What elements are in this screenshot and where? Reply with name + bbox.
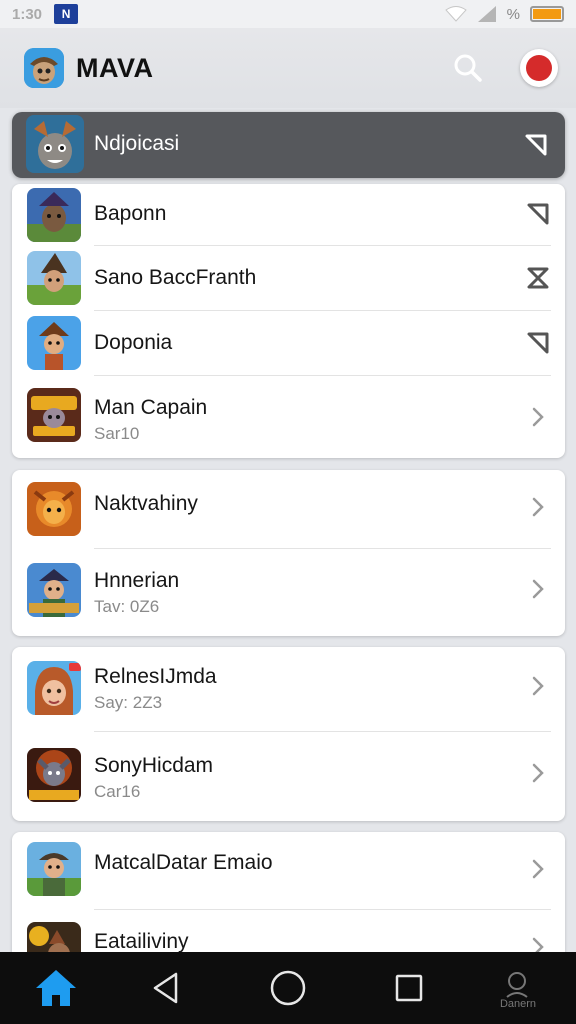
list-item[interactable]: Baponn <box>12 184 565 244</box>
search-button[interactable] <box>450 50 486 86</box>
list-item[interactable]: Man Capain Sar10 <box>12 376 565 458</box>
game-thumbnail <box>27 188 81 242</box>
list-item-title: SonyHicdam <box>94 754 214 777</box>
game-thumbnail <box>27 316 81 370</box>
notification-badge: N <box>54 4 79 24</box>
record-button[interactable] <box>520 49 558 87</box>
app-title: MAVA <box>76 52 154 83</box>
share-arrow-icon[interactable] <box>523 132 549 158</box>
chevron-right-icon[interactable] <box>525 494 551 520</box>
list-item[interactable]: RelnesIJmda Say: 2Z3 <box>12 647 565 731</box>
list-card-2: Naktvahiny Hnnerian Tav: 0Z6 <box>12 470 565 636</box>
list-item[interactable]: Hnnerian Tav: 0Z6 <box>12 549 565 635</box>
list-item-title: Naktvahiny <box>94 492 198 515</box>
list-item-subtitle: Sar10 <box>94 424 140 443</box>
game-thumbnail <box>27 388 81 442</box>
character-icon <box>24 48 64 88</box>
chevron-right-icon[interactable] <box>525 673 551 699</box>
list-item-title: MatcalDatar Emaio <box>94 851 273 874</box>
list-item-title: Eatailiviny <box>94 930 189 953</box>
app-header: MAVA <box>0 28 576 108</box>
app-logo <box>24 48 64 88</box>
battery-level-fill <box>533 9 561 19</box>
game-thumbnail <box>27 748 81 802</box>
list-item-title: Ndjoicasi <box>94 132 180 155</box>
game-thumbnail <box>27 251 81 305</box>
home-circle-button[interactable] <box>266 966 310 1010</box>
game-thumbnail <box>27 482 81 536</box>
status-bar: 1:30 N % <box>0 0 576 28</box>
list-item-title: RelnesIJmda <box>94 665 217 688</box>
chevron-right-icon[interactable] <box>525 576 551 602</box>
list-item[interactable]: Naktvahiny <box>12 470 565 548</box>
recents-button[interactable] <box>387 966 431 1010</box>
battery-icon <box>530 6 564 22</box>
list-item-title: Man Capain <box>94 396 208 419</box>
list-card-4: MatcalDatar Emaio Eatailiviny <box>12 832 565 972</box>
list-item[interactable]: Sano BaccFranth <box>12 246 565 310</box>
game-thumbnail <box>27 563 81 617</box>
share-arrow-icon[interactable] <box>525 201 551 227</box>
share-arrow-icon[interactable] <box>525 330 551 356</box>
list-item[interactable]: Ndjoicasi <box>12 112 565 178</box>
list-card-1: Baponn Sano BaccFranth Doponia Man Capai… <box>12 184 565 458</box>
header-actions <box>450 49 558 87</box>
list-item-title: Sano BaccFranth <box>94 266 257 289</box>
signal-icon <box>477 6 496 22</box>
chevron-right-icon[interactable] <box>525 404 551 430</box>
back-triangle-icon <box>153 972 178 1004</box>
square-recents-icon <box>395 974 423 1002</box>
list-item-subtitle: Tav: 0Z6 <box>94 597 160 616</box>
list-item-subtitle: Car16 <box>94 782 141 801</box>
search-icon <box>454 54 482 82</box>
account-label: Danern <box>499 998 537 1010</box>
home-icon <box>36 970 76 1006</box>
game-thumbnail <box>26 115 84 173</box>
account-search-icon <box>506 972 528 998</box>
home-button[interactable] <box>34 966 78 1010</box>
list-item-title: Hnnerian <box>94 569 180 592</box>
list-card-3: RelnesIJmda Say: 2Z3 SonyHicdam Car16 <box>12 647 565 821</box>
chevron-right-icon[interactable] <box>525 856 551 882</box>
list-item[interactable]: SonyHicdam Car16 <box>12 732 565 820</box>
list-item[interactable]: Doponia <box>12 311 565 375</box>
chevron-right-icon[interactable] <box>525 760 551 786</box>
wifi-icon <box>444 6 467 22</box>
list-item-title: Doponia <box>94 331 173 354</box>
list-item[interactable]: MatcalDatar Emaio <box>12 832 565 908</box>
list-item-subtitle: Say: 2Z3 <box>94 693 163 712</box>
record-icon <box>526 55 552 81</box>
battery-percent-label: % <box>506 5 520 23</box>
game-thumbnail <box>27 842 81 896</box>
circle-home-icon <box>270 970 306 1006</box>
status-right-group: % <box>444 5 564 23</box>
list-item-title: Baponn <box>94 202 167 225</box>
status-time: 1:30 <box>12 5 43 23</box>
game-thumbnail <box>27 661 81 715</box>
list-item-highlighted[interactable]: Ndjoicasi <box>12 112 565 178</box>
back-button[interactable] <box>144 966 188 1010</box>
navigation-bar: Danern <box>0 952 576 1024</box>
close-x-icon[interactable] <box>525 265 551 291</box>
